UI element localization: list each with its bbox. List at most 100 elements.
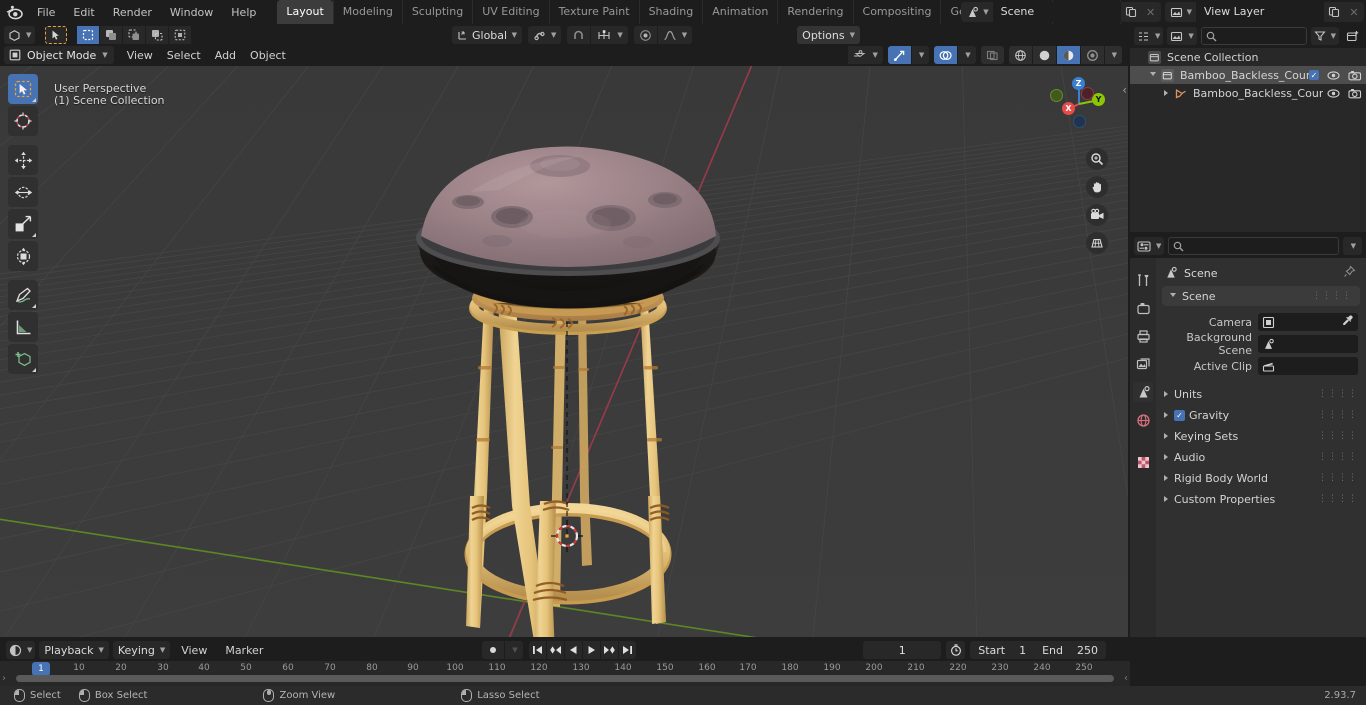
end-frame-cell[interactable]: End 250 bbox=[1034, 644, 1106, 657]
gizmo-axis-neg-x[interactable] bbox=[1081, 87, 1094, 100]
scroll-left-arrow-icon[interactable]: › bbox=[2, 673, 6, 684]
scene-selector[interactable]: ▼ Scene ✕ bbox=[961, 2, 1161, 22]
properties-tab-world[interactable] bbox=[1133, 410, 1153, 430]
outliner-display-mode-icon[interactable]: ▼ bbox=[1134, 27, 1164, 45]
cursor-select-icon[interactable] bbox=[45, 26, 68, 44]
navigation-gizmo[interactable]: Z Y X bbox=[1046, 71, 1112, 137]
move-tool[interactable] bbox=[8, 145, 38, 175]
properties-tab-view-layer[interactable] bbox=[1133, 354, 1153, 374]
transform-orientation-dropdown[interactable]: Global ▼ bbox=[452, 26, 522, 44]
editor-type-3dview-icon[interactable]: ▼ bbox=[4, 26, 36, 44]
options-dropdown[interactable]: Options ▼ bbox=[797, 26, 860, 44]
measure-tool[interactable] bbox=[8, 312, 38, 342]
snap-with-dropdown[interactable]: ▼ bbox=[528, 26, 562, 44]
panel-header-audio[interactable]: Audio ⋮⋮⋮⋮ bbox=[1156, 447, 1366, 467]
annotate-tool[interactable] bbox=[8, 280, 38, 310]
outliner-editor[interactable]: ▼ ▼ ▼ Scene Collection Bamboo_Backless_C… bbox=[1130, 24, 1366, 232]
outliner-search-input[interactable] bbox=[1200, 27, 1307, 45]
proportional-edit-icon[interactable] bbox=[633, 26, 657, 44]
workspace-tab-layout[interactable]: Layout bbox=[277, 0, 333, 24]
xray-icon[interactable] bbox=[980, 46, 1004, 64]
wireframe-icon[interactable] bbox=[1008, 46, 1032, 64]
select-intersect-icon[interactable] bbox=[169, 26, 192, 44]
viewport-menu-add[interactable]: Add bbox=[208, 47, 243, 64]
camera-icon[interactable] bbox=[1348, 88, 1362, 99]
gizmo-icon[interactable] bbox=[887, 46, 911, 64]
timeline-menu-view[interactable]: View bbox=[174, 642, 214, 659]
panel-expander-icon[interactable] bbox=[1164, 496, 1168, 502]
workspace-tab-sculpting[interactable]: Sculpting bbox=[401, 0, 472, 24]
panel-expander-icon[interactable] bbox=[1170, 292, 1176, 300]
snap-vertex-icon[interactable]: ▼ bbox=[591, 26, 628, 44]
pan-view-icon[interactable] bbox=[1086, 176, 1108, 198]
properties-tab-tool[interactable] bbox=[1133, 270, 1153, 290]
playback-dropdown[interactable]: Playback ▼ bbox=[39, 641, 109, 659]
eye-icon[interactable] bbox=[1327, 88, 1340, 99]
start-frame-cell[interactable]: Start 1 bbox=[970, 644, 1034, 657]
properties-tab-texture[interactable] bbox=[1133, 452, 1153, 472]
camera-icon[interactable] bbox=[1348, 70, 1362, 81]
workspace-tab-shading[interactable]: Shading bbox=[638, 0, 703, 24]
menu-help[interactable]: Help bbox=[222, 3, 265, 22]
expander-right-icon[interactable] bbox=[1164, 90, 1168, 96]
funnel-icon[interactable]: ▼ bbox=[1310, 27, 1339, 45]
panel-header-scene[interactable]: Scene ⋮⋮⋮⋮ bbox=[1162, 286, 1360, 306]
timeline-menu-marker[interactable]: Marker bbox=[218, 642, 270, 659]
outliner-row-bamboo-object[interactable]: Bamboo_Backless_Coun bbox=[1130, 84, 1366, 102]
panel-header-keying-sets[interactable]: Keying Sets ⋮⋮⋮⋮ bbox=[1156, 426, 1366, 446]
timeline-editor[interactable]: ▼ Playback ▼ Keying ▼ View Marker ▼ 1 St… bbox=[0, 639, 1130, 686]
overlays-icon[interactable] bbox=[934, 46, 958, 64]
transform-tool[interactable] bbox=[8, 241, 38, 271]
gizmo-dropdown[interactable]: ▼ bbox=[911, 46, 930, 64]
rendered-icon[interactable] bbox=[1080, 46, 1104, 64]
add-cube-tool[interactable] bbox=[8, 344, 38, 374]
overlays-dropdown[interactable]: ▼ bbox=[958, 46, 976, 64]
menu-render[interactable]: Render bbox=[104, 3, 161, 22]
view-layer-selector[interactable]: ▼ View Layer ✕ bbox=[1164, 2, 1364, 22]
timeline-editor-icon[interactable]: ▼ bbox=[6, 641, 36, 659]
tweak-select-box-tool[interactable] bbox=[8, 74, 38, 104]
properties-tab-output[interactable] bbox=[1133, 326, 1153, 346]
drag-handle-icon[interactable]: ⋮⋮⋮⋮ bbox=[1312, 291, 1352, 301]
prev-keyframe-icon[interactable] bbox=[547, 641, 564, 659]
properties-editor-icon[interactable]: ▼ bbox=[1134, 237, 1165, 255]
menu-window[interactable]: Window bbox=[161, 3, 222, 22]
scroll-right-arrow-icon[interactable]: ‹ bbox=[1124, 673, 1128, 684]
panel-header-custom-properties[interactable]: Custom Properties ⋮⋮⋮⋮ bbox=[1156, 489, 1366, 509]
solid-icon[interactable] bbox=[1032, 46, 1056, 64]
next-keyframe-icon[interactable] bbox=[601, 641, 618, 659]
unlink-x-icon[interactable]: ✕ bbox=[1140, 2, 1161, 22]
viewport-menu-view[interactable]: View bbox=[120, 47, 160, 64]
viewport-menu-select[interactable]: Select bbox=[160, 47, 208, 64]
panel-header-units[interactable]: Units ⋮⋮⋮⋮ bbox=[1156, 384, 1366, 404]
scale-tool[interactable] bbox=[8, 209, 38, 239]
frame-range[interactable]: Start 1 End 250 bbox=[970, 641, 1106, 659]
eye-icon[interactable] bbox=[1327, 70, 1340, 81]
select-subtract-icon[interactable] bbox=[123, 26, 146, 44]
material-preview-icon[interactable] bbox=[1056, 46, 1080, 64]
properties-tab-render[interactable] bbox=[1133, 298, 1153, 318]
outliner-row-bamboo-collection[interactable]: Bamboo_Backless_Counter_S ✓ bbox=[1130, 66, 1366, 84]
outliner-row-scene-collection[interactable]: Scene Collection bbox=[1130, 48, 1366, 66]
workspace-tab-rendering[interactable]: Rendering bbox=[777, 0, 852, 24]
object-visibility-icon[interactable]: ▼ bbox=[848, 46, 883, 64]
view-layer-name-field[interactable]: View Layer bbox=[1196, 2, 1324, 22]
chevron-left-icon[interactable]: ‹ bbox=[1122, 83, 1127, 97]
panel-expander-icon[interactable] bbox=[1164, 454, 1168, 460]
panel-expander-icon[interactable] bbox=[1164, 391, 1168, 397]
eyedropper-icon[interactable] bbox=[1341, 314, 1354, 330]
camera-view-icon[interactable] bbox=[1086, 204, 1108, 226]
workspace-tab-compositing[interactable]: Compositing bbox=[852, 0, 941, 24]
select-invert-icon[interactable] bbox=[146, 26, 169, 44]
drag-handle-icon[interactable]: ⋮⋮⋮⋮ bbox=[1318, 410, 1358, 420]
expander-down-icon[interactable] bbox=[1150, 71, 1156, 79]
mode-dropdown[interactable]: Object Mode ▼ bbox=[4, 46, 114, 64]
rotate-tool[interactable] bbox=[8, 177, 38, 207]
workspace-tab-uv-editing[interactable]: UV Editing bbox=[472, 0, 548, 24]
play-icon[interactable] bbox=[583, 641, 600, 659]
outliner-id-filter-icon[interactable]: ▼ bbox=[1167, 27, 1197, 45]
cursor-tool[interactable] bbox=[8, 106, 38, 136]
gizmo-axis-y[interactable]: Y bbox=[1092, 93, 1105, 106]
scene-icon[interactable]: ▼ bbox=[961, 2, 993, 22]
select-extend-icon[interactable] bbox=[100, 26, 123, 44]
